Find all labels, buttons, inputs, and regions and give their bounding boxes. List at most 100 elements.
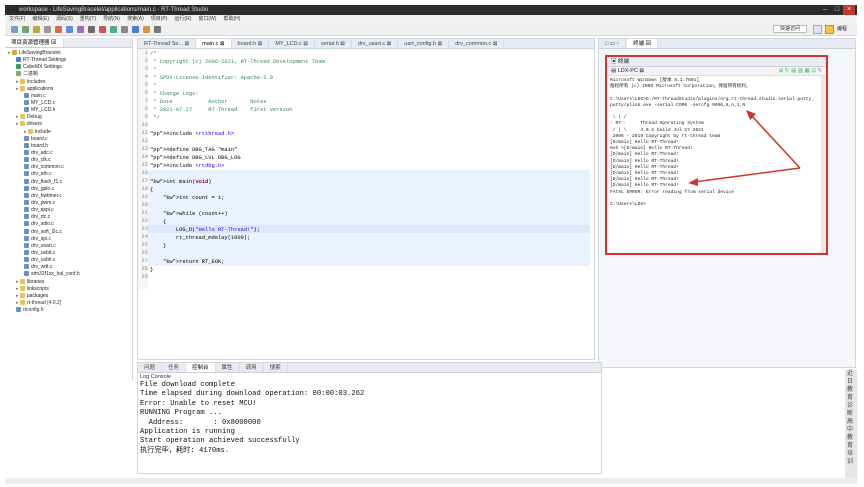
bottom-tab[interactable]: 搜索	[264, 363, 288, 372]
code-line: "kw">while (count++)	[162, 211, 228, 217]
toolbar-button-icon[interactable]	[132, 26, 139, 33]
tree-item[interactable]: drv_soft_i2c.c	[8, 228, 132, 236]
terminal-session-tab[interactable]: ▤ LDX-PC ⊠	[611, 68, 644, 74]
tree-item[interactable]: board.c	[8, 135, 132, 143]
toolbar-button-icon[interactable]	[66, 26, 73, 33]
menu-item[interactable]: 导航(N)	[103, 16, 120, 22]
tree-item[interactable]: rtconfig.h	[8, 307, 132, 314]
terminal-toolbar-icons[interactable]: ⊞ ↻ ▤ ▥ ▦ ⊡ ✎	[779, 67, 822, 76]
toolbar-button-icon[interactable]	[55, 26, 62, 33]
file-icon	[24, 207, 29, 213]
tree-item[interactable]: drv_wdt.c	[8, 264, 132, 271]
terminal-scrollbar[interactable]	[821, 76, 826, 253]
bottom-tab[interactable]: 任务	[162, 363, 187, 372]
close-icon[interactable]: ×	[843, 5, 855, 15]
toolbar-button-icon[interactable]	[44, 26, 51, 33]
menu-item[interactable]: 重构(T)	[80, 16, 96, 22]
editor-tab[interactable]: uart_config.h ⊠	[398, 39, 450, 48]
tree-item[interactable]: ▸ Includes	[8, 78, 132, 86]
tree-item[interactable]: ▸ include	[8, 128, 132, 136]
file-icon	[24, 99, 29, 105]
tree-item-label: Debug	[26, 114, 42, 121]
tree-item[interactable]: drv_usbh.c	[8, 257, 132, 264]
file-icon	[24, 149, 29, 155]
toolbar-button-icon[interactable]	[154, 26, 161, 33]
tree-item[interactable]: ▸ applications	[8, 85, 132, 93]
editor-tab[interactable]: drv_common.c ⊠	[449, 39, 505, 48]
menu-item[interactable]: 帮助(H)	[223, 16, 240, 22]
tree-item[interactable]: ▸ drivers	[8, 121, 132, 128]
tree-item[interactable]: drv_rtc.c	[8, 214, 132, 221]
code-line: "pp">#define DBG_LVL DBG_LOG	[150, 155, 241, 161]
tree-item[interactable]: ▸ Debug	[8, 114, 132, 121]
right-tab-row: □ ▭ ▫ 终端 ⊠	[599, 39, 855, 49]
toolbar-button-icon[interactable]	[22, 26, 29, 33]
tree-item[interactable]: drv_eth.c	[8, 171, 132, 178]
minimize-icon[interactable]: –	[819, 5, 831, 15]
toolbar-button-icon[interactable]	[33, 26, 40, 33]
tree-item[interactable]: main.c	[8, 92, 132, 100]
menu-item[interactable]: 搜索(A)	[127, 16, 144, 22]
bottom-tab[interactable]: 控制台	[186, 363, 216, 372]
tree-item[interactable]: ▸ packages	[8, 292, 132, 300]
tree-item[interactable]: drv_clk.c	[8, 157, 132, 164]
bottom-tab[interactable]: 调用	[240, 363, 264, 372]
tree-item[interactable]: drv_common.c	[8, 164, 132, 171]
tree-item[interactable]: drv_sdio.c	[8, 221, 132, 228]
tree-item[interactable]: drv_gpio.c	[8, 185, 132, 193]
tree-item[interactable]: drv_qspi.c	[8, 207, 132, 214]
editor-tab[interactable]: drv_usart.c ⊠	[352, 39, 399, 48]
menu-item[interactable]: 窗口(W)	[198, 16, 216, 22]
code-area[interactable]: /* * Copyright (c) 2006-2021, RT-Thread …	[150, 50, 325, 282]
tab-outline[interactable]: □ ▭ ▫	[599, 39, 626, 48]
tree-item[interactable]: drv_flash_f1.c	[8, 178, 132, 186]
menu-item[interactable]: 项目(P)	[151, 16, 168, 22]
tab-terminal[interactable]: 终端 ⊠	[627, 39, 659, 48]
console-output[interactable]: File download complete Time elapsed durin…	[138, 381, 601, 456]
menu-item[interactable]: 文件(F)	[9, 16, 25, 22]
toolbar-button-icon[interactable]	[77, 26, 84, 33]
tree-item[interactable]: drv_pwm.c	[8, 199, 132, 207]
tree-item[interactable]: drv_usbd.c	[8, 249, 132, 257]
toolbar-button-icon[interactable]	[99, 26, 106, 33]
toolbar-button-icon[interactable]	[88, 26, 95, 33]
menu-item[interactable]: 运行(R)	[174, 16, 191, 22]
tree-item[interactable]: MY_LCD.h	[8, 107, 132, 114]
tree-item[interactable]: drv_spi.c	[8, 235, 132, 243]
code-line: }	[150, 243, 167, 249]
editor-tab[interactable]: serial.h ⊠	[315, 39, 352, 48]
quick-access-input[interactable]: 快速访问	[773, 25, 807, 33]
toolbar-button-icon[interactable]	[110, 26, 117, 33]
tree-item[interactable]: drv_adc.c	[8, 149, 132, 157]
debug-perspective-icon[interactable]	[825, 25, 834, 34]
tree-item[interactable]: ▸ libraries	[8, 278, 132, 286]
bottom-tab[interactable]: 属性	[216, 363, 240, 372]
maximize-icon[interactable]: □	[831, 5, 843, 15]
tree-item[interactable]: drv_usart.c	[8, 242, 132, 250]
editor-tab[interactable]: MY_LCD.c ⊠	[269, 39, 316, 48]
toolbar-button-icon[interactable]	[11, 26, 18, 33]
menu-item[interactable]: 编辑(E)	[32, 16, 49, 22]
editor-tab[interactable]: RT-Thread Se... ⊠	[138, 39, 197, 48]
tree-item[interactable]: ▸ linkscripts	[8, 285, 132, 293]
bottom-tab-row: 问题 任务 控制台 属性 调用 搜索	[138, 363, 601, 373]
tree-item[interactable]: RT-Thread Settings	[8, 57, 132, 64]
editor-tab[interactable]: main.c ⊠	[196, 39, 232, 48]
perspective-label[interactable]: 编程	[837, 25, 857, 34]
tree-item[interactable]: stm32f1xx_hal_conf.h	[8, 271, 132, 278]
toolbar-button-icon[interactable]	[143, 26, 150, 33]
tree-item[interactable]: ▸ LifeSavingBracelet	[8, 50, 132, 57]
tree-item[interactable]: ▸ rt-thread [4.0.2]	[8, 299, 132, 307]
tree-item[interactable]: 二进制	[8, 71, 132, 78]
editor-tab[interactable]: board.h ⊠	[232, 39, 270, 48]
tree-item-label: drv_soft_i2c.c	[31, 228, 62, 235]
tree-item[interactable]: drv_hwtimer.c	[8, 192, 132, 200]
toolbar-button-icon[interactable]	[121, 26, 128, 33]
tree-item[interactable]: MY_LCD.c	[8, 99, 132, 107]
perspective-icon[interactable]	[813, 25, 822, 34]
menu-item[interactable]: 源码(S)	[56, 16, 73, 22]
bottom-tab[interactable]: 问题	[138, 363, 163, 372]
tree-item[interactable]: board.h	[8, 142, 132, 150]
console-line: Error: Unable to reset MCU!	[140, 399, 257, 408]
tab-project-explorer[interactable]: 项目资源管理器 ⊠	[5, 38, 64, 47]
